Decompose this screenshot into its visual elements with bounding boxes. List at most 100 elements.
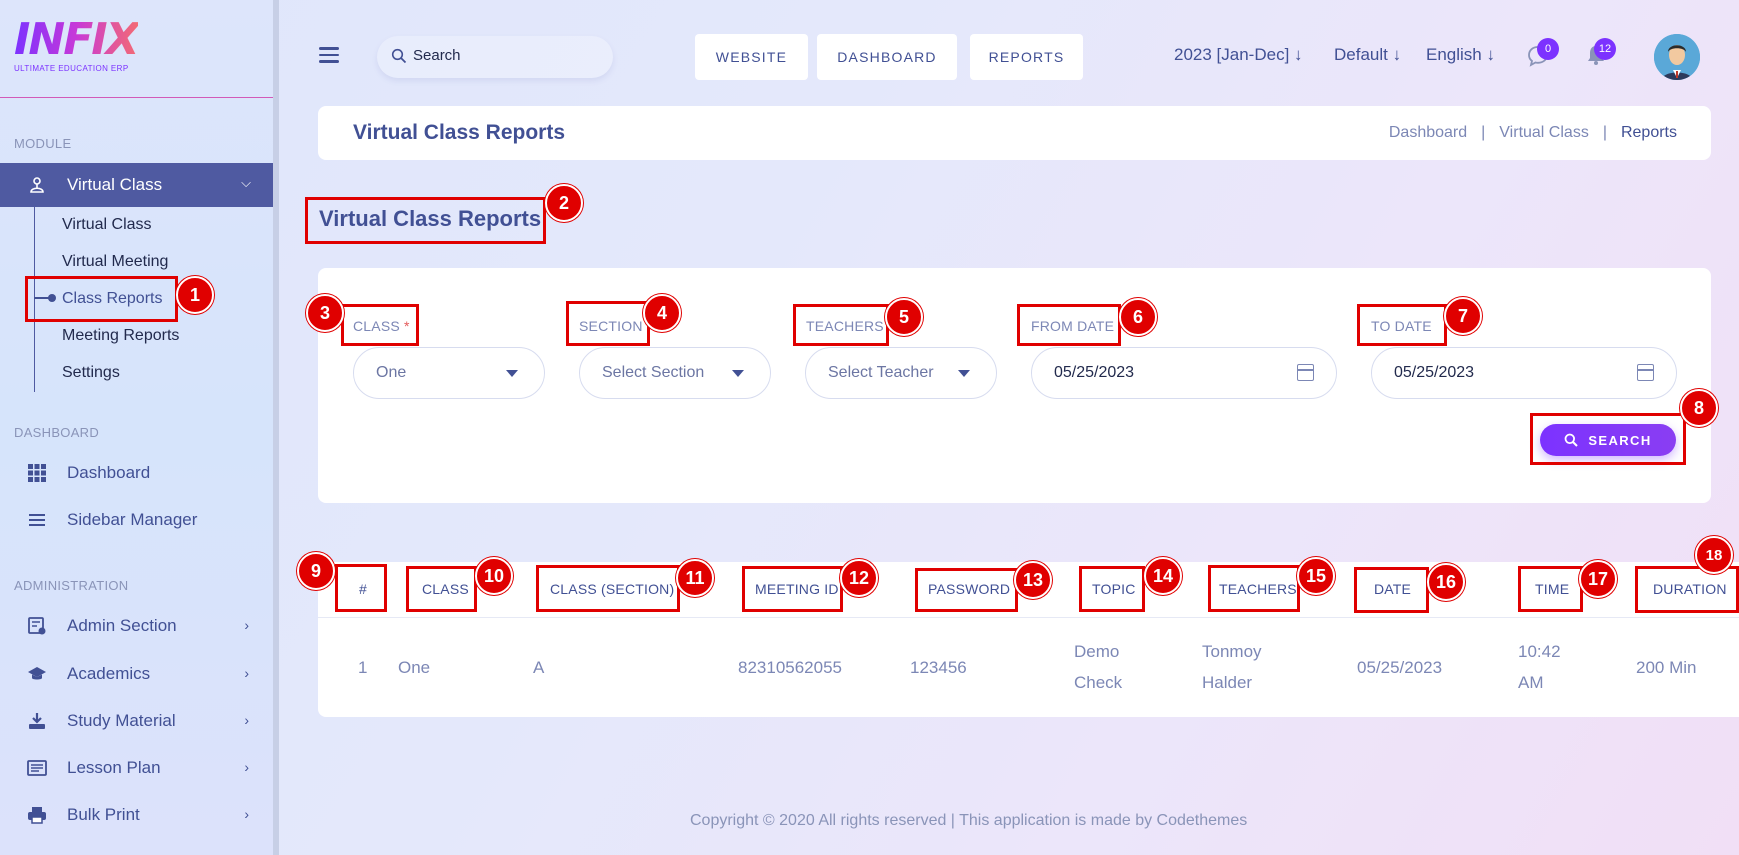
page-title: Virtual Class Reports (353, 121, 566, 144)
logo[interactable]: INFIX ULTIMATE EDUCATION ERP (14, 18, 140, 74)
class-label-text: CLASS (353, 318, 400, 334)
sidebar-item-academics[interactable]: Academics › (0, 654, 273, 694)
caret-down-icon (732, 370, 744, 377)
annotation-number: 2 (545, 184, 583, 222)
sidebar-item-study-material[interactable]: Study Material › (0, 701, 273, 741)
cell-num: 1 (358, 658, 368, 677)
sidebar-item-label: Sidebar Manager (67, 510, 198, 529)
annotation-number: 15 (1297, 557, 1335, 595)
style-dropdown[interactable]: Default ↓ (1334, 45, 1401, 65)
chevron-right-icon: › (244, 759, 249, 775)
hamburger-menu-button[interactable] (319, 47, 339, 63)
admin-icon (28, 617, 46, 635)
section-title: Virtual Class Reports (319, 206, 542, 231)
arrow-down-icon: ↓ (1294, 45, 1303, 64)
search-icon (391, 48, 407, 64)
to-date-label: TO DATE (1371, 318, 1432, 334)
annotation-number: 5 (885, 298, 923, 336)
sidebar-subitem-virtual-meeting[interactable]: Virtual Meeting (62, 253, 168, 271)
search-field[interactable] (377, 36, 613, 78)
notification-count-badge: 12 (1594, 38, 1616, 60)
session-dropdown[interactable]: 2023 [Jan-Dec] ↓ (1174, 45, 1303, 65)
cell-teacher-line2: Halder (1202, 673, 1253, 692)
cell-topic: Demo Check (1074, 636, 1122, 698)
sidebar-item-admin-section[interactable]: Admin Section › (0, 606, 273, 646)
sidebar-item-bulk-print[interactable]: Bulk Print › (0, 795, 273, 835)
sidebar-subitem-class-reports[interactable]: Class Reports (62, 290, 162, 308)
calendar-icon[interactable] (1297, 364, 1314, 381)
sidebar-item-virtual-class[interactable]: Virtual Class ⌵ (0, 163, 273, 207)
from-date-label: FROM DATE (1031, 318, 1115, 334)
dashboard-button[interactable]: DASHBOARD (817, 34, 957, 80)
sidebar-item-label: Virtual Class (67, 175, 163, 194)
table-header-divider (318, 617, 1739, 618)
website-button[interactable]: WEBSITE (695, 34, 808, 80)
section-select[interactable]: Select Section (579, 347, 771, 399)
user-avatar[interactable] (1654, 34, 1700, 80)
table-header-num[interactable]: # (359, 581, 367, 597)
section-label: SECTION (579, 318, 643, 334)
sidebar-item-label: Admin Section (67, 616, 177, 635)
arrow-down-icon: ↓ (1486, 45, 1496, 64)
cell-class: One (398, 658, 431, 677)
sidebar-subitem-virtual-class[interactable]: Virtual Class (62, 216, 152, 234)
class-select[interactable]: One (353, 347, 545, 399)
annotation-number: 11 (676, 559, 714, 597)
message-count-badge: 0 (1537, 38, 1559, 60)
table-header-class[interactable]: CLASS (422, 581, 469, 597)
sidebar-item-dashboard[interactable]: Dashboard (0, 453, 273, 493)
annotation-number: 1 (176, 276, 214, 314)
table-header-teachers[interactable]: TEACHERS (1219, 581, 1297, 597)
grid-icon (28, 464, 46, 482)
cell-time: 10:42 AM (1518, 636, 1561, 698)
cell-duration: 200 Min (1636, 658, 1697, 677)
breadcrumb-dashboard[interactable]: Dashboard (1389, 124, 1467, 142)
administration-section-title: ADMINISTRATION (14, 578, 129, 593)
module-section-title: MODULE (14, 136, 72, 151)
sidebar-item-lesson-plan[interactable]: Lesson Plan › (0, 748, 273, 788)
list-icon (27, 760, 47, 776)
sidebar-item-label: Bulk Print (67, 805, 140, 824)
cell-section: A (533, 658, 545, 677)
annotation-number: 3 (306, 294, 344, 332)
table-header-date[interactable]: DATE (1374, 581, 1411, 597)
annotation-number: 17 (1579, 560, 1617, 598)
search-button[interactable]: SEARCH (1540, 424, 1676, 456)
annotation-number: 4 (643, 294, 681, 332)
chevron-right-icon: › (244, 712, 249, 728)
graduation-cap-icon (28, 667, 46, 680)
chevron-down-icon: ⌵ (241, 175, 251, 190)
to-date-input[interactable]: 05/25/2023 (1371, 347, 1677, 399)
table-header-time[interactable]: TIME (1535, 581, 1569, 597)
search-input[interactable] (413, 47, 593, 64)
teacher-select[interactable]: Select Teacher (805, 347, 997, 399)
cell-teacher-line1: Tonmoy (1202, 642, 1262, 661)
language-dropdown[interactable]: English ↓ (1426, 45, 1495, 65)
sidebar-subitem-meeting-reports[interactable]: Meeting Reports (62, 327, 179, 345)
from-date-value: 05/25/2023 (1054, 364, 1135, 381)
table-header-meeting-id[interactable]: MEETING ID (755, 581, 839, 597)
table-header-duration[interactable]: DURATION (1653, 581, 1727, 597)
from-date-input[interactable]: 05/25/2023 (1031, 347, 1337, 399)
chevron-right-icon: › (244, 665, 249, 681)
table-header-class-section[interactable]: CLASS (SECTION) (550, 581, 674, 597)
sidebar-subitem-settings[interactable]: Settings (62, 364, 120, 382)
breadcrumb-virtual-class[interactable]: Virtual Class (1499, 124, 1589, 142)
table-header-topic[interactable]: TOPIC (1092, 581, 1136, 597)
caret-down-icon (506, 370, 518, 377)
cell-time-line1: 10:42 (1518, 642, 1561, 661)
annotation-number: 13 (1014, 561, 1052, 599)
cell-date: 05/25/2023 (1357, 658, 1443, 677)
chevron-right-icon: › (244, 806, 249, 822)
sidebar-item-sidebar-manager[interactable]: Sidebar Manager (0, 500, 273, 540)
search-icon (1564, 433, 1579, 447)
menu-icon (29, 514, 45, 526)
search-button-label: SEARCH (1588, 432, 1652, 448)
active-indicator (34, 294, 56, 302)
sidebar-item-label: Study Material (67, 711, 176, 730)
table-header-password[interactable]: PASSWORD (928, 581, 1010, 597)
cell-time-line2: AM (1518, 673, 1544, 692)
calendar-icon[interactable] (1637, 364, 1654, 381)
annotation-number: 10 (475, 557, 513, 595)
reports-button[interactable]: REPORTS (970, 34, 1083, 80)
